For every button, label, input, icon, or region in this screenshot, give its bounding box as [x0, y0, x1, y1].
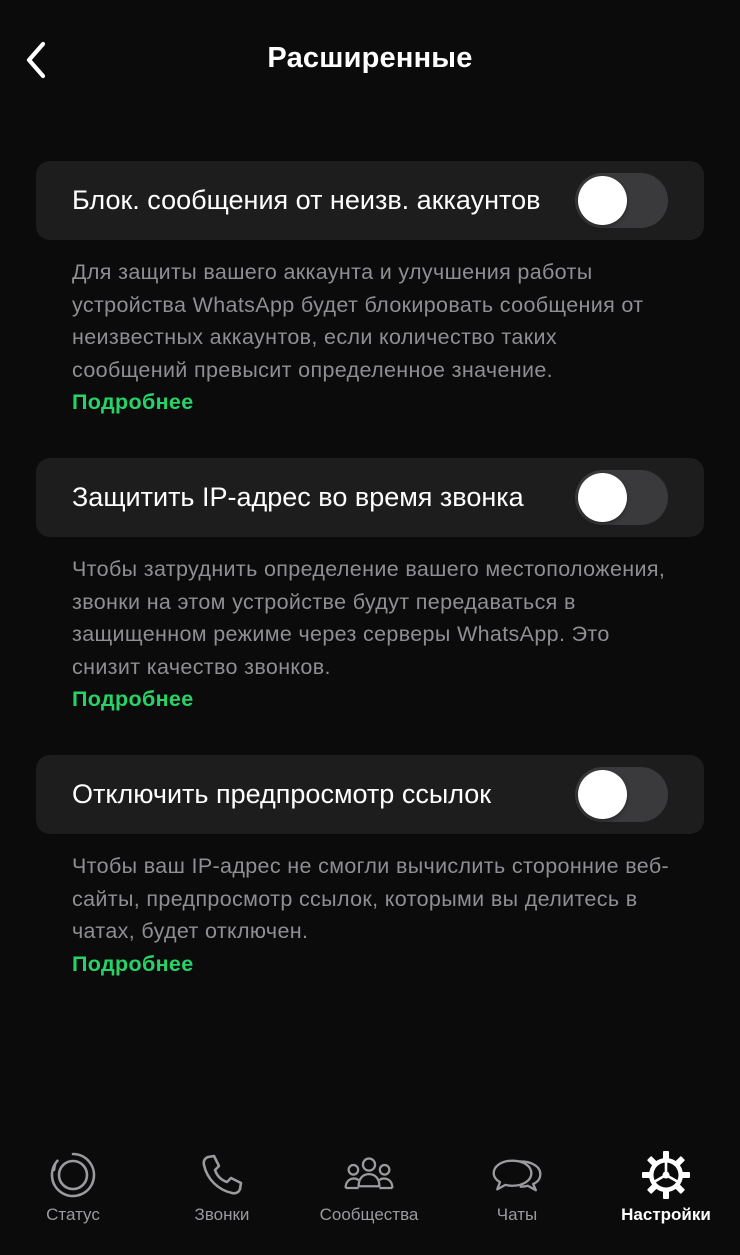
setting-row-protect-ip: Защитить IP-адрес во время звонка	[36, 458, 704, 537]
description-text: Чтобы ваш IP-адрес не смогли вычислить с…	[72, 854, 670, 943]
setting-block-unknown-accounts: Блок. сообщения от неизв. аккаунтов Для …	[36, 161, 704, 419]
setting-label: Блок. сообщения от неизв. аккаунтов	[72, 185, 541, 215]
tab-label: Сообщества	[319, 1205, 419, 1224]
tab-label: Чаты	[496, 1205, 538, 1224]
setting-label: Отключить предпросмотр ссылок	[72, 779, 492, 809]
toggle-knob	[578, 176, 627, 225]
description-text: Чтобы затруднить определение вашего мест…	[72, 557, 666, 679]
block-unknown-toggle[interactable]	[575, 173, 668, 228]
status-icon	[47, 1149, 99, 1201]
chats-icon	[491, 1149, 543, 1201]
bottom-tab-bar: Статус Звонки Сообщества Чаты Настройки	[0, 1135, 740, 1255]
tab-communities[interactable]: Сообщества	[299, 1149, 439, 1249]
tab-settings[interactable]: Настройки	[596, 1149, 736, 1249]
gear-icon	[640, 1149, 692, 1201]
toggle-knob	[578, 770, 627, 819]
tab-chats[interactable]: Чаты	[447, 1149, 587, 1249]
learn-more-link[interactable]: Подробнее	[72, 390, 194, 414]
description-text: Для защиты вашего аккаунта и улучшения р…	[72, 260, 644, 382]
setting-row-block-unknown: Блок. сообщения от неизв. аккаунтов	[36, 161, 704, 240]
setting-label: Защитить IP-адрес во время звонка	[72, 482, 524, 512]
tab-status[interactable]: Статус	[3, 1149, 143, 1249]
toggle-knob	[578, 473, 627, 522]
setting-description: Для защиты вашего аккаунта и улучшения р…	[36, 240, 704, 419]
navigation-header: Расширенные	[0, 0, 740, 120]
page-title: Расширенные	[267, 42, 473, 74]
communities-icon	[343, 1149, 395, 1201]
setting-block-link-previews: Отключить предпросмотр ссылок Чтобы ваш …	[36, 755, 704, 980]
protect-ip-toggle[interactable]	[575, 470, 668, 525]
tab-label: Настройки	[621, 1205, 711, 1224]
link-previews-toggle[interactable]	[575, 767, 668, 822]
setting-block-protect-ip: Защитить IP-адрес во время звонка Чтобы …	[36, 458, 704, 716]
setting-description: Чтобы затруднить определение вашего мест…	[36, 537, 704, 716]
advanced-settings-screen: Расширенные Блок. сообщения от неизв. ак…	[0, 0, 740, 1255]
phone-icon	[196, 1149, 248, 1201]
tab-calls[interactable]: Звонки	[152, 1149, 292, 1249]
learn-more-link[interactable]: Подробнее	[72, 952, 194, 976]
learn-more-link[interactable]: Подробнее	[72, 687, 194, 711]
setting-description: Чтобы ваш IP-адрес не смогли вычислить с…	[36, 834, 704, 980]
tab-label: Статус	[46, 1205, 100, 1224]
tab-label: Звонки	[194, 1205, 250, 1224]
setting-row-link-previews: Отключить предпросмотр ссылок	[36, 755, 704, 834]
